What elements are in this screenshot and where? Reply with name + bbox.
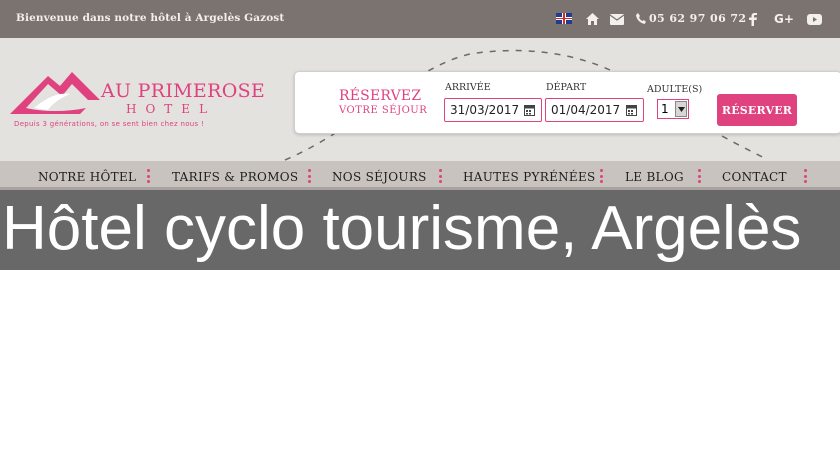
phone-number-text: 05 62 97 06 72	[649, 12, 747, 25]
adults-value: 1	[661, 102, 669, 116]
logo-brand-text: AU PRIMEROSE	[101, 80, 266, 102]
nav-item-nos-sejours[interactable]: NOS SÉJOURS	[332, 170, 427, 184]
page-title-banner: Hôtel cyclo tourisme, Argelès	[0, 190, 840, 270]
logo-hotel-text: HOTEL	[126, 102, 217, 116]
nav-item-notre-hotel[interactable]: NOTRE HÔTEL	[38, 170, 136, 184]
nav-separator	[147, 169, 150, 183]
home-icon[interactable]	[586, 11, 599, 27]
booking-title: RÉSERVEZ	[339, 88, 422, 104]
youtube-icon[interactable]	[807, 11, 822, 27]
reserve-button[interactable]: RÉSERVER	[717, 94, 797, 126]
arrival-date-field[interactable]: 31/03/2017	[444, 98, 542, 122]
chevron-down-icon[interactable]	[675, 101, 687, 117]
header: AU PRIMEROSE HOTEL Depuis 3 générations,…	[0, 38, 840, 161]
page-title: Hôtel cyclo tourisme, Argelès	[2, 194, 802, 263]
nav-item-contact[interactable]: CONTACT	[722, 170, 787, 184]
nav-separator	[439, 169, 442, 183]
departure-date-value: 01/04/2017	[551, 103, 621, 117]
facebook-icon[interactable]	[749, 11, 757, 27]
top-bar: Bienvenue dans notre hôtel à Argelès Gaz…	[0, 0, 840, 38]
uk-flag-icon[interactable]	[556, 13, 572, 24]
calendar-icon[interactable]	[524, 104, 535, 116]
logo-tagline: Depuis 3 générations, on se sent bien ch…	[14, 120, 205, 128]
mail-icon[interactable]	[610, 11, 624, 27]
nav-item-le-blog[interactable]: LE BLOG	[625, 170, 684, 184]
nav-separator	[698, 169, 701, 183]
arrival-label: ARRIVÉE	[445, 82, 491, 93]
arrival-date-value: 31/03/2017	[450, 103, 520, 117]
nav-separator	[600, 169, 603, 183]
nav-item-tarifs-promos[interactable]: TARIFS & PROMOS	[172, 170, 298, 184]
nav-separator	[804, 169, 807, 183]
booking-form: RÉSERVEZ VOTRE SÉJOUR ARRIVÉE 31/03/2017…	[294, 71, 840, 134]
calendar-icon[interactable]	[626, 104, 637, 116]
welcome-text: Bienvenue dans notre hôtel à Argelès Gaz…	[16, 12, 285, 24]
nav-separator	[308, 169, 311, 183]
mountain-logo-icon	[10, 72, 100, 114]
adults-label: ADULTE(S)	[647, 84, 703, 95]
adults-select[interactable]: 1	[657, 99, 689, 119]
booking-subtitle: VOTRE SÉJOUR	[339, 105, 428, 116]
phone-icon	[636, 13, 646, 24]
main-nav: NOTRE HÔTEL TARIFS & PROMOS NOS SÉJOURS …	[0, 161, 840, 190]
google-plus-icon[interactable]: G+	[774, 11, 794, 27]
departure-label: DÉPART	[546, 82, 587, 93]
nav-item-hautes-pyrenees[interactable]: HAUTES PYRÉNÉES	[463, 170, 596, 184]
departure-date-field[interactable]: 01/04/2017	[545, 98, 644, 122]
phone-number[interactable]: 05 62 97 06 72	[636, 12, 746, 25]
